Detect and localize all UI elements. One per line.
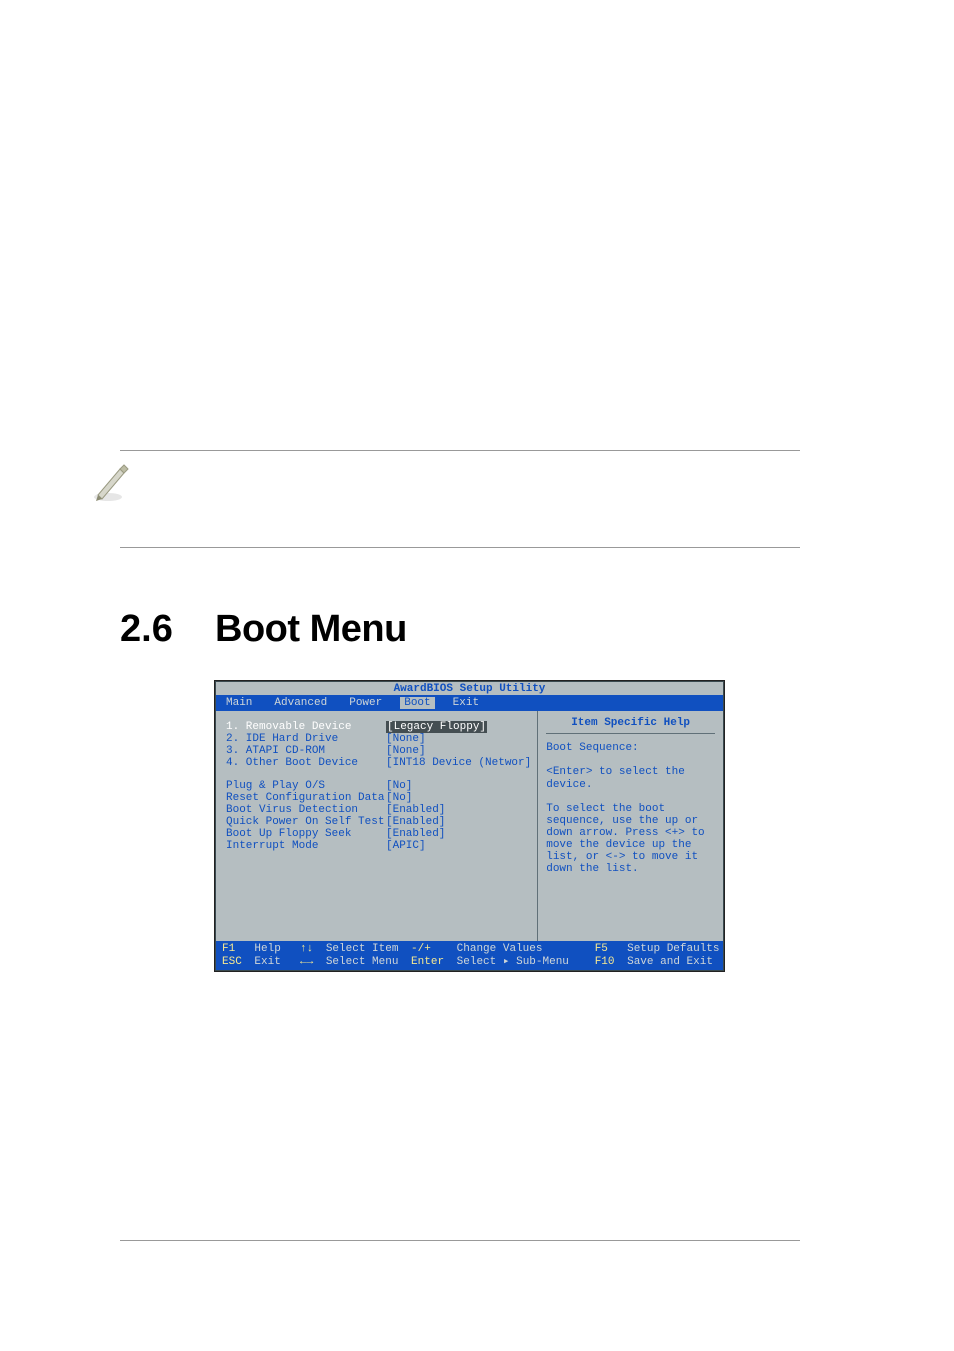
legend-key: F10 [595,956,621,969]
legend-action: Help [254,943,294,956]
help-line: Boot Sequence: [546,742,715,754]
legend-action: Save and Exit [627,956,713,969]
setting-value: [Enabled] [386,828,531,840]
bios-title: AwardBIOS Setup Utility [216,682,723,695]
setting-label: Interrupt Mode [226,840,386,852]
legend-arrow: ←→ [300,956,320,969]
setting-value: [No] [386,792,531,804]
help-line: To select the boot [546,803,715,815]
setting-label: Boot Up Floppy Seek [226,828,386,840]
heading-title: Boot Menu [215,608,407,651]
setting-row[interactable]: Interrupt Mode[APIC] [226,840,531,852]
help-title: Item Specific Help [546,717,715,734]
bios-screenshot: AwardBIOS Setup Utility Main Advanced Po… [215,681,724,971]
page-content: 2.6 Boot Menu AwardBIOS Setup Utility Ma… [120,450,800,971]
help-line [546,791,715,803]
tab-main[interactable]: Main [222,697,256,709]
legend-key: F5 [595,943,621,956]
section-heading: 2.6 Boot Menu [120,608,800,651]
setting-row[interactable]: 2. IDE Hard Drive[None] [226,733,531,745]
tab-power[interactable]: Power [345,697,386,709]
bios-body: 1. Removable Device[Legacy Floppy]2. IDE… [216,711,723,941]
legend-action: Select ▸ Sub-Menu [457,956,589,969]
legend-action: Select Item [326,943,405,956]
help-text: Boot Sequence: <Enter> to select thedevi… [546,742,715,875]
setting-value: [Enabled] [386,816,531,828]
tab-exit[interactable]: Exit [449,697,483,709]
setting-label: 2. IDE Hard Drive [226,733,386,745]
legend-row: ESC Exit ←→ Select Menu Enter Select ▸ S… [222,956,717,969]
setting-row[interactable]: Reset Configuration Data[No] [226,792,531,804]
help-line: move the device up the [546,839,715,851]
setting-label: 1. Removable Device [226,721,386,733]
legend-row: F1 Help ↑↓ Select Item -/+ Change Values… [222,943,717,956]
help-line: sequence, use the up or [546,815,715,827]
legend-action: Select Menu [326,956,405,969]
setting-row[interactable]: Plug & Play O/S[No] [226,780,531,792]
setting-value: [None] [386,745,531,757]
help-line: <Enter> to select the [546,766,715,778]
setting-row[interactable]: Boot Virus Detection[Enabled] [226,804,531,816]
setting-label: 3. ATAPI CD-ROM [226,745,386,757]
setting-row[interactable]: 1. Removable Device[Legacy Floppy] [226,721,531,733]
legend-key: -/+ [411,943,451,956]
page-footer-rule [120,1240,800,1241]
legend-action: Change Values [457,943,589,956]
setting-label: 4. Other Boot Device [226,757,386,769]
help-line: list, or <-> to move it [546,851,715,863]
setting-label: Reset Configuration Data [226,792,386,804]
setting-value: [No] [386,780,531,792]
setting-value: [INT18 Device (Networ] [386,757,531,769]
setting-row[interactable]: 4. Other Boot Device[INT18 Device (Netwo… [226,757,531,769]
setting-row[interactable]: Boot Up Floppy Seek[Enabled] [226,828,531,840]
setting-value: [APIC] [386,840,531,852]
bios-key-legend: F1 Help ↑↓ Select Item -/+ Change Values… [216,941,723,970]
bios-help-pane: Item Specific Help Boot Sequence: <Enter… [538,711,723,941]
setting-label: Boot Virus Detection [226,804,386,816]
note-block [120,450,800,548]
pen-icon [90,459,136,510]
help-line: device. [546,779,715,791]
bios-settings-pane: 1. Removable Device[Legacy Floppy]2. IDE… [216,711,538,941]
setting-row[interactable]: Quick Power On Self Test[Enabled] [226,816,531,828]
legend-key: ESC [222,956,248,969]
legend-arrow: ↑↓ [300,943,320,956]
bios-menubar: Main Advanced Power Boot Exit [216,695,723,711]
tab-boot[interactable]: Boot [400,697,434,709]
setting-value: [Legacy Floppy] [386,721,531,733]
help-line [546,754,715,766]
heading-number: 2.6 [120,608,215,651]
tab-advanced[interactable]: Advanced [270,697,331,709]
setting-label: Quick Power On Self Test [226,816,386,828]
setting-row[interactable]: 3. ATAPI CD-ROM[None] [226,745,531,757]
legend-key: Enter [411,956,451,969]
legend-action: Setup Defaults [627,943,719,956]
setting-value: [None] [386,733,531,745]
setting-value: [Enabled] [386,804,531,816]
legend-action: Exit [254,956,294,969]
help-line: down the list. [546,863,715,875]
help-line: down arrow. Press <+> to [546,827,715,839]
legend-key: F1 [222,943,248,956]
setting-label: Plug & Play O/S [226,780,386,792]
